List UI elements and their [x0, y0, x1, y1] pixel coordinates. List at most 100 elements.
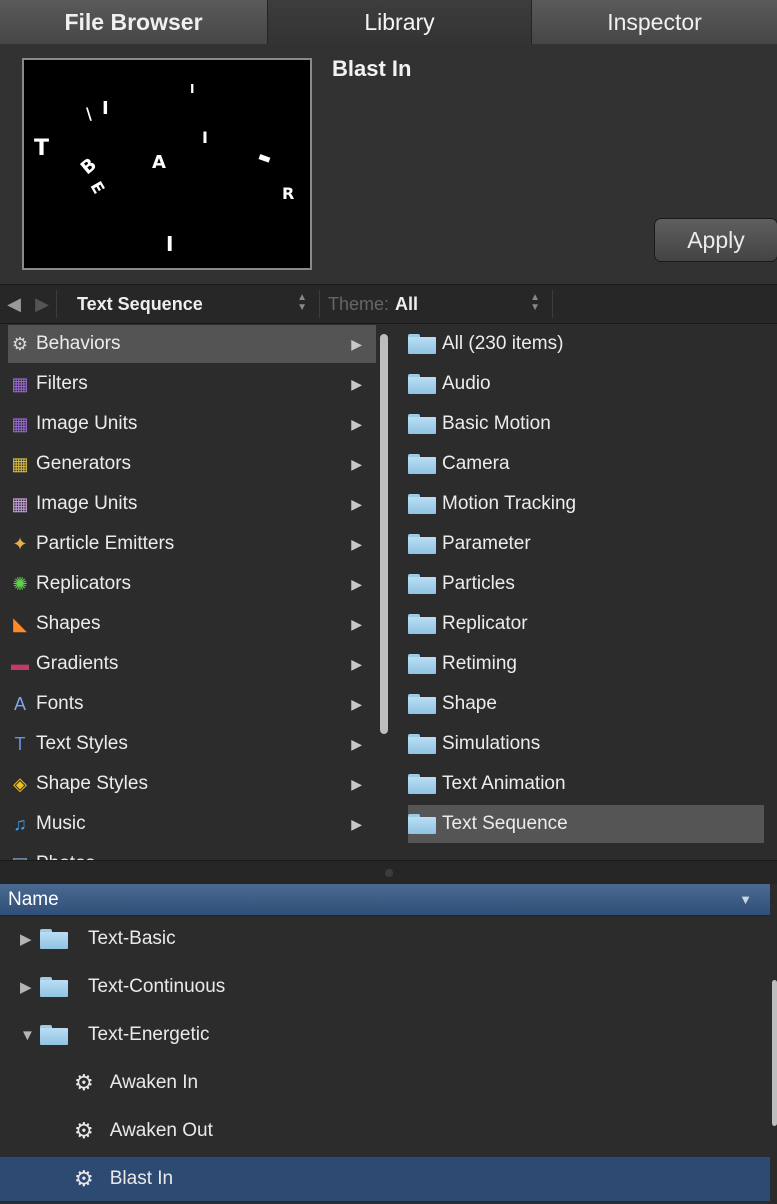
subcategory-item[interactable]: Basic Motion: [408, 405, 764, 443]
chevron-right-icon: ▶: [351, 375, 362, 392]
list-item[interactable]: ⚙ Blast In: [0, 1157, 770, 1201]
category-item[interactable]: ⚙ Behaviors ▶: [8, 325, 376, 363]
disclosure-collapsed-icon[interactable]: ▶: [20, 930, 36, 948]
subcategory-item-label: Retiming: [442, 653, 517, 674]
folder-icon: [408, 334, 436, 354]
particle-emitters-icon: ✦: [12, 533, 28, 554]
folder-icon: [40, 977, 68, 997]
chevron-right-icon: ▶: [351, 655, 362, 672]
subcategory-item[interactable]: Shape: [408, 685, 764, 723]
fonts-icon: A: [13, 693, 26, 714]
forward-arrow-icon[interactable]: ▶: [28, 284, 56, 324]
folder-icon: [408, 814, 436, 834]
subcategory-item-label: Parameter: [442, 533, 531, 554]
text-styles-icon: T: [14, 733, 26, 754]
category-item-label: Behaviors: [36, 333, 121, 354]
subcategory-item-label: Shape: [442, 693, 497, 714]
list-scrollbar[interactable]: [772, 980, 777, 1126]
category-item[interactable]: ✺ Replicators ▶: [8, 565, 376, 603]
preview-letter: B: [76, 154, 101, 179]
tab-bar: File Browser Library Inspector: [0, 0, 777, 44]
subcategory-item[interactable]: Text Sequence: [408, 805, 764, 843]
replicators-icon: ✺: [12, 573, 28, 594]
list-item[interactable]: ⚙ Awaken In: [0, 1061, 770, 1105]
shape-styles-icon: ◈: [13, 773, 27, 794]
behavior-icon: ⚙: [74, 1166, 94, 1191]
subcategory-item[interactable]: Text Animation: [408, 765, 764, 803]
behavior-icon: ⚙: [74, 1118, 94, 1143]
category-item[interactable]: T Text Styles ▶: [8, 725, 376, 763]
folder-icon: [40, 1025, 68, 1045]
pane-splitter[interactable]: [0, 860, 777, 884]
column-header-label: Name: [8, 888, 59, 910]
tab-library[interactable]: Library: [268, 0, 532, 44]
disclosure-collapsed-icon[interactable]: ▶: [20, 978, 36, 996]
category-scrollbar[interactable]: [380, 334, 388, 734]
subcategory-item[interactable]: Motion Tracking: [408, 485, 764, 523]
subcategory-item[interactable]: Camera: [408, 445, 764, 483]
category-item[interactable]: ♫ Music ▶: [8, 805, 376, 843]
folder-icon: [408, 734, 436, 754]
subcategory-item[interactable]: Replicator: [408, 605, 764, 643]
tab-file-browser[interactable]: File Browser: [0, 0, 268, 44]
generators-icon: ▦: [11, 453, 29, 474]
folder-icon: [408, 414, 436, 434]
subcategory-item[interactable]: Retiming: [408, 645, 764, 683]
category-item-label: Filters: [36, 373, 88, 394]
category-item[interactable]: ▦ Filters ▶: [8, 365, 376, 403]
folder-icon: [408, 454, 436, 474]
category-item-label: Replicators: [36, 573, 132, 594]
music-icon: ♫: [13, 813, 27, 834]
category-item[interactable]: ◈ Shape Styles ▶: [8, 765, 376, 803]
category-item[interactable]: ▦ Image Units ▶: [8, 405, 376, 443]
chevron-right-icon: ▶: [351, 575, 362, 592]
list-item[interactable]: ▶ Text-Basic: [0, 917, 770, 961]
folder-icon: [408, 494, 436, 514]
subcategory-item[interactable]: Simulations: [408, 725, 764, 763]
chevron-right-icon: ▶: [351, 535, 362, 552]
preview-letter: I: [166, 232, 174, 256]
updown-chevron-icon: ▲ ▼: [530, 292, 540, 313]
chevron-right-icon: ▶: [351, 495, 362, 512]
apply-button[interactable]: Apply: [654, 218, 777, 262]
category-item[interactable]: ▦ Generators ▶: [8, 445, 376, 483]
list-item-label: Text-Continuous: [88, 976, 226, 997]
category-item[interactable]: ▬ Gradients ▶: [8, 645, 376, 683]
column-header-name[interactable]: Name ▼: [0, 884, 770, 916]
folder-icon: [408, 694, 436, 714]
photos-icon: ▤: [8, 852, 32, 861]
category-popup-label: Text Sequence: [77, 293, 203, 314]
list-item[interactable]: ▼ Text-Energetic: [0, 1013, 770, 1057]
category-popup[interactable]: Text Sequence ▲ ▼: [57, 284, 319, 324]
list-item[interactable]: ⚙ Awaken Out: [0, 1109, 770, 1153]
chevron-right-icon: ▶: [351, 615, 362, 632]
subcategory-item[interactable]: Parameter: [408, 525, 764, 563]
theme-value: All: [395, 293, 419, 314]
folder-icon: [408, 534, 436, 554]
list-item[interactable]: ▶ Text-Continuous: [0, 965, 770, 1009]
preview-letter: E: [86, 178, 109, 197]
back-arrow-icon[interactable]: ◀: [0, 284, 28, 324]
theme-label: Theme:: [328, 293, 390, 314]
category-item[interactable]: ✦ Particle Emitters ▶: [8, 525, 376, 563]
category-item[interactable]: ▦ Image Units ▶: [8, 485, 376, 523]
subcategory-item[interactable]: Audio: [408, 365, 764, 403]
updown-chevron-icon: ▲ ▼: [297, 292, 307, 313]
preview-letter: \: [86, 104, 92, 123]
subcategory-item-label: Particles: [442, 573, 515, 594]
list-item-label: Text-Basic: [88, 928, 176, 949]
theme-popup[interactable]: Theme: All ▲ ▼: [320, 284, 552, 324]
tab-inspector[interactable]: Inspector: [532, 0, 777, 44]
disclosure-expanded-icon[interactable]: ▼: [20, 1027, 36, 1044]
folder-icon: [408, 614, 436, 634]
subcategory-item-label: Motion Tracking: [442, 493, 577, 514]
subcategory-item[interactable]: All (230 items): [408, 325, 764, 363]
category-item[interactable]: ▤Photos▶: [8, 845, 376, 860]
gear-icon: ⚙: [11, 333, 29, 354]
chevron-right-icon: ▶: [351, 335, 362, 352]
list-item-label: Text-Energetic: [88, 1024, 210, 1045]
subcategory-item[interactable]: Particles: [408, 565, 764, 603]
category-item[interactable]: A Fonts ▶: [8, 685, 376, 723]
category-item[interactable]: ◣ Shapes ▶: [8, 605, 376, 643]
chevron-right-icon: ▶: [351, 695, 362, 712]
